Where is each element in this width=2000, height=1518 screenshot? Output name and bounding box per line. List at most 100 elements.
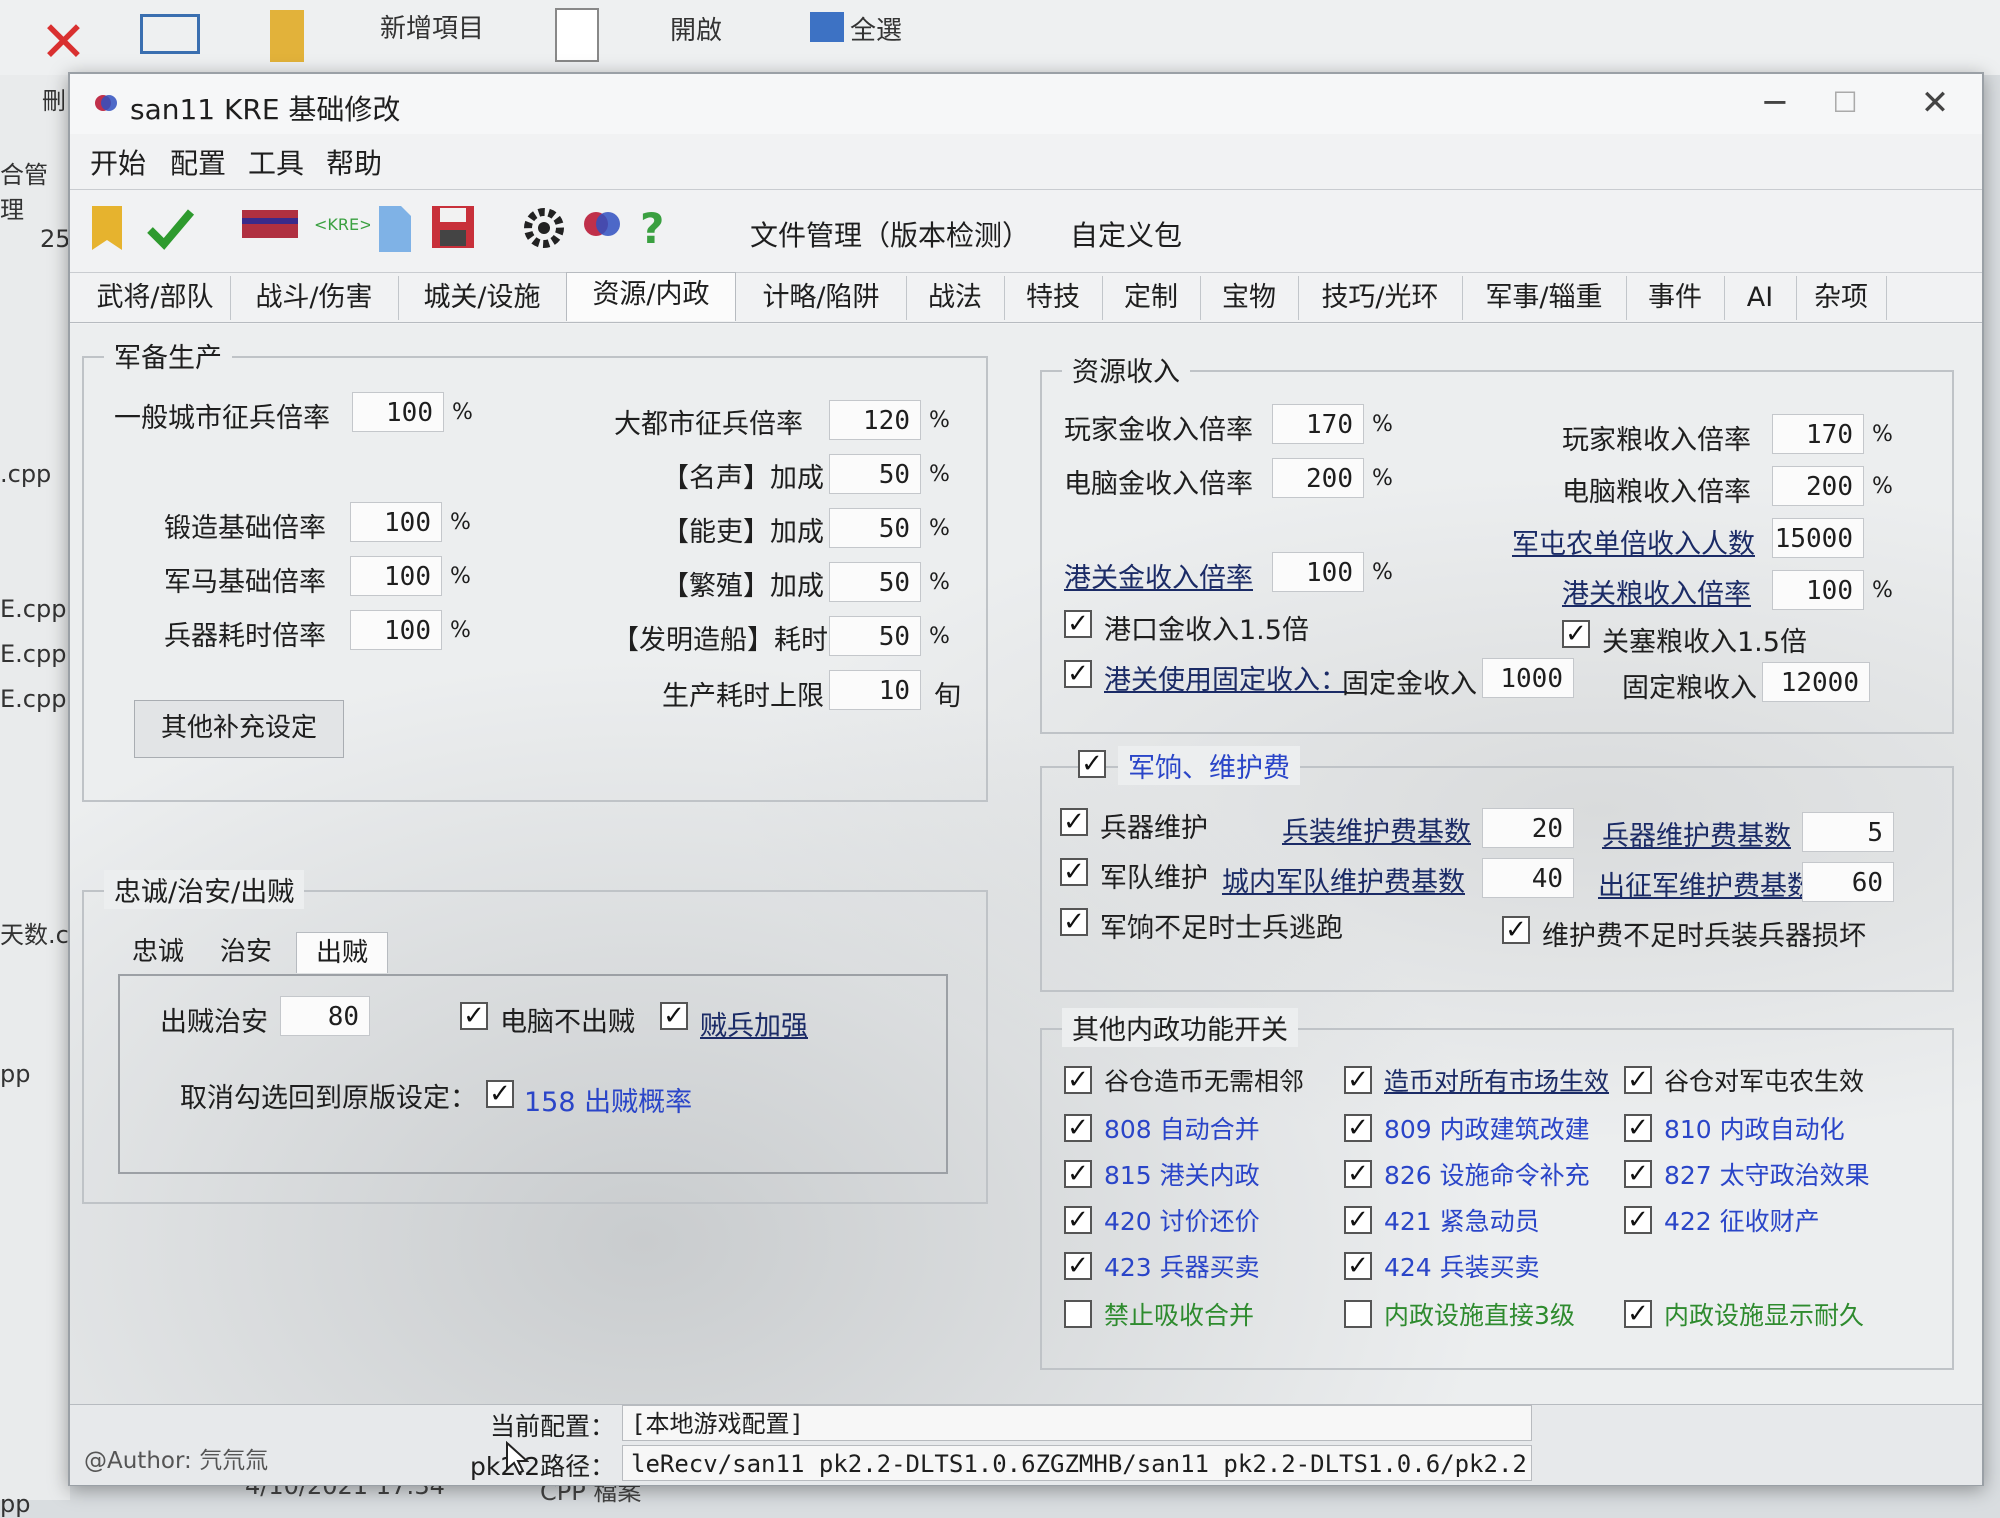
- custom-pack-button[interactable]: 自定义包: [1070, 214, 1182, 254]
- city-army-base-label[interactable]: 城内军队维护费基数: [1222, 860, 1465, 899]
- fixed-income-label[interactable]: 港关使用固定收入：: [1104, 658, 1347, 697]
- save-icon[interactable]: [430, 204, 480, 256]
- menu-tools[interactable]: 工具: [248, 142, 304, 182]
- minimize-button[interactable]: ─: [1740, 78, 1810, 130]
- tab-treasure[interactable]: 宝物: [1200, 276, 1299, 320]
- app-icon[interactable]: [580, 204, 630, 256]
- switch-label[interactable]: 造币对所有市场生效: [1384, 1062, 1609, 1098]
- desert-checkbox[interactable]: ✓: [1060, 908, 1088, 936]
- config-field[interactable]: [本地游戏配置]: [622, 1405, 1532, 1441]
- close-button[interactable]: ✕: [1900, 78, 1970, 130]
- pc-no-bandit-checkbox[interactable]: ✓: [460, 1002, 488, 1030]
- metro-city-rate-input[interactable]: 120: [829, 400, 921, 440]
- pc-gold-input[interactable]: 200: [1272, 458, 1364, 498]
- tab-city[interactable]: 城关/设施: [398, 276, 567, 320]
- menu-help[interactable]: 帮助: [326, 142, 382, 182]
- fixed-income-checkbox[interactable]: ✓: [1064, 660, 1092, 688]
- port-gold-input[interactable]: 100: [1272, 552, 1364, 592]
- file-management-button[interactable]: 文件管理（版本检测）: [750, 214, 1030, 254]
- fame-bonus-input[interactable]: 50: [829, 454, 921, 494]
- fixed-gold-input[interactable]: 1000: [1482, 658, 1574, 698]
- upkeep-master-checkbox[interactable]: ✓: [1078, 750, 1106, 778]
- port-gold-15-checkbox[interactable]: ✓: [1064, 610, 1092, 638]
- switch-checkbox[interactable]: ✓: [1064, 1114, 1092, 1142]
- rename-icon[interactable]: [140, 14, 200, 54]
- horse-rate-input[interactable]: 100: [350, 556, 442, 596]
- sidebar-item[interactable]: pp: [0, 1060, 30, 1088]
- prod-time-cap-input[interactable]: 10: [829, 670, 921, 710]
- general-city-rate-input[interactable]: 100: [352, 392, 444, 432]
- tab-military[interactable]: 军事/辎重: [1462, 276, 1627, 320]
- sidebar-item[interactable]: 天数.c: [0, 915, 69, 950]
- player-gold-input[interactable]: 170: [1272, 404, 1364, 444]
- sidebar-item[interactable]: E.cpp: [0, 640, 66, 668]
- switch-checkbox[interactable]: ✓: [1624, 1160, 1652, 1188]
- subtab-bandit[interactable]: 出贼: [296, 932, 388, 973]
- document-icon[interactable]: [375, 204, 425, 256]
- sidebar-item[interactable]: E.cpp: [0, 685, 66, 713]
- check-icon[interactable]: [145, 204, 195, 256]
- weapon-base-input[interactable]: 5: [1802, 812, 1894, 852]
- switch-checkbox[interactable]: ✓: [1624, 1300, 1652, 1328]
- help-icon[interactable]: ?: [640, 204, 690, 256]
- bandit-prob-checkbox[interactable]: ✓: [486, 1080, 514, 1108]
- field-army-base-label[interactable]: 出征军维护费基数: [1598, 864, 1814, 903]
- field-army-base-input[interactable]: 60: [1802, 862, 1894, 902]
- player-food-input[interactable]: 170: [1772, 414, 1864, 454]
- tab-battle[interactable]: 战斗/伤害: [230, 276, 399, 320]
- pc-food-input[interactable]: 200: [1772, 466, 1864, 506]
- kre-logo-icon[interactable]: [240, 204, 300, 256]
- menu-start[interactable]: 开始: [90, 142, 146, 182]
- switch-checkbox[interactable]: ✓: [1344, 1066, 1372, 1094]
- sidebar-item[interactable]: pp: [0, 1490, 30, 1518]
- weapon-time-rate-input[interactable]: 100: [350, 610, 442, 650]
- weapon-upkeep-checkbox[interactable]: ✓: [1060, 808, 1088, 836]
- damage-checkbox[interactable]: ✓: [1502, 916, 1530, 944]
- armor-base-label[interactable]: 兵装维护费基数: [1282, 810, 1471, 849]
- sidebar-item[interactable]: 25: [40, 225, 71, 253]
- army-upkeep-checkbox[interactable]: ✓: [1060, 858, 1088, 886]
- tab-strategy[interactable]: 计略/陷阱: [736, 276, 907, 320]
- weapon-base-label[interactable]: 兵器维护费基数: [1602, 814, 1791, 853]
- tab-resource[interactable]: 资源/内政: [566, 272, 736, 321]
- forge-rate-input[interactable]: 100: [350, 502, 442, 542]
- switch-checkbox[interactable]: ✓: [1624, 1066, 1652, 1094]
- maximize-button[interactable]: ☐: [1810, 78, 1880, 130]
- ribbon-open[interactable]: 開啟: [670, 10, 722, 47]
- switch-checkbox[interactable]: ✓: [1344, 1114, 1372, 1142]
- farm-people-input[interactable]: 15000: [1772, 518, 1864, 558]
- tab-events[interactable]: 事件: [1626, 276, 1725, 320]
- invent-ship-time-input[interactable]: 50: [829, 616, 921, 656]
- armor-base-input[interactable]: 20: [1482, 808, 1574, 848]
- official-bonus-input[interactable]: 50: [829, 508, 921, 548]
- tab-skills[interactable]: 特技: [1004, 276, 1103, 320]
- delete-icon[interactable]: ✕: [40, 10, 87, 75]
- switch-checkbox[interactable]: ✓: [1344, 1206, 1372, 1234]
- switch-checkbox[interactable]: ✓: [1064, 1206, 1092, 1234]
- kre-arrows-icon[interactable]: <KRE>: [310, 204, 373, 256]
- path-field[interactable]: leRecv/san11 pk2.2-DLTS1.0.6ZGZMHB/san11…: [622, 1445, 1532, 1481]
- tab-custom[interactable]: 定制: [1102, 276, 1201, 320]
- switch-checkbox[interactable]: ✓: [1344, 1252, 1372, 1280]
- switch-checkbox[interactable]: ✓: [1624, 1206, 1652, 1234]
- properties-icon[interactable]: [555, 8, 599, 62]
- fixed-food-input[interactable]: 12000: [1762, 662, 1870, 702]
- ribbon-select-all[interactable]: 全選: [850, 10, 902, 47]
- gear-icon[interactable]: [520, 204, 570, 256]
- bandit-strong-label[interactable]: 贼兵加强: [700, 1004, 808, 1043]
- subtab-order[interactable]: 治安: [206, 932, 286, 972]
- port-food-input[interactable]: 100: [1772, 570, 1864, 610]
- tab-tactics[interactable]: 战法: [906, 276, 1005, 320]
- folder-icon[interactable]: [270, 10, 304, 62]
- tab-aura[interactable]: 技巧/光环: [1298, 276, 1463, 320]
- subtab-loyalty[interactable]: 忠诚: [118, 932, 198, 972]
- bandit-order-input[interactable]: 80: [280, 996, 370, 1036]
- switch-checkbox[interactable]: ✓: [1064, 1252, 1092, 1280]
- other-settings-button[interactable]: 其他补充设定: [134, 700, 344, 758]
- select-all-icon[interactable]: [810, 12, 844, 42]
- sidebar-item[interactable]: .cpp: [0, 460, 51, 488]
- switch-checkbox[interactable]: [1064, 1300, 1092, 1328]
- tab-misc[interactable]: 杂项: [1796, 276, 1887, 320]
- bandit-strong-checkbox[interactable]: ✓: [660, 1002, 688, 1030]
- breed-bonus-input[interactable]: 50: [829, 562, 921, 602]
